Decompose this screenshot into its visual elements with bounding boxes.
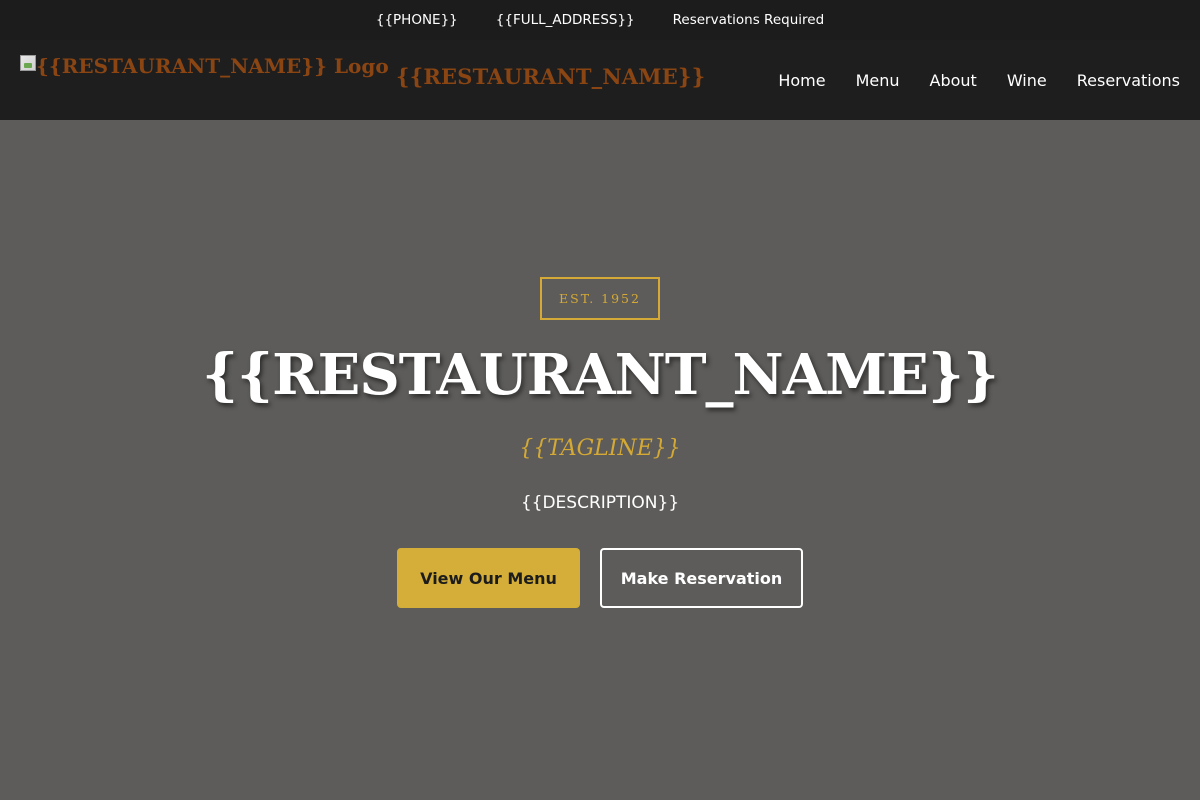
- phone-text: {{PHONE}}: [375, 12, 458, 28]
- main-nav: Home Menu About Wine Reservations: [778, 40, 1180, 120]
- main-header: {{RESTAURANT_NAME}} Logo {{RESTAURANT_NA…: [0, 40, 1200, 120]
- nav-item-home[interactable]: Home: [778, 71, 825, 90]
- hero-title: {{RESTAURANT_NAME}}: [202, 342, 999, 408]
- nav-item-wine[interactable]: Wine: [1007, 71, 1047, 90]
- nav-item-menu[interactable]: Menu: [856, 71, 900, 90]
- established-badge: EST. 1952: [540, 277, 660, 320]
- broken-image-icon: [20, 55, 36, 71]
- nav-item-reservations[interactable]: Reservations: [1077, 71, 1180, 90]
- nav-item-about[interactable]: About: [930, 71, 977, 90]
- reservations-notice: Reservations Required: [672, 12, 825, 28]
- view-menu-button[interactable]: View Our Menu: [397, 548, 580, 608]
- logo-alt-text: {{RESTAURANT_NAME}} Logo: [36, 54, 389, 78]
- hero-description: {{DESCRIPTION}}: [520, 493, 680, 513]
- address-text: {{FULL_ADDRESS}}: [495, 12, 635, 28]
- make-reservation-button[interactable]: Make Reservation: [600, 548, 803, 608]
- hero-section: EST. 1952 {{RESTAURANT_NAME}} {{TAGLINE}…: [0, 120, 1200, 800]
- hero-tagline: {{TAGLINE}}: [519, 436, 681, 461]
- logo-link[interactable]: {{RESTAURANT_NAME}} Logo: [20, 55, 389, 77]
- brand-name[interactable]: {{RESTAURANT_NAME}}: [396, 64, 705, 89]
- top-info-bar: {{PHONE}} {{FULL_ADDRESS}} Reservations …: [0, 0, 1200, 40]
